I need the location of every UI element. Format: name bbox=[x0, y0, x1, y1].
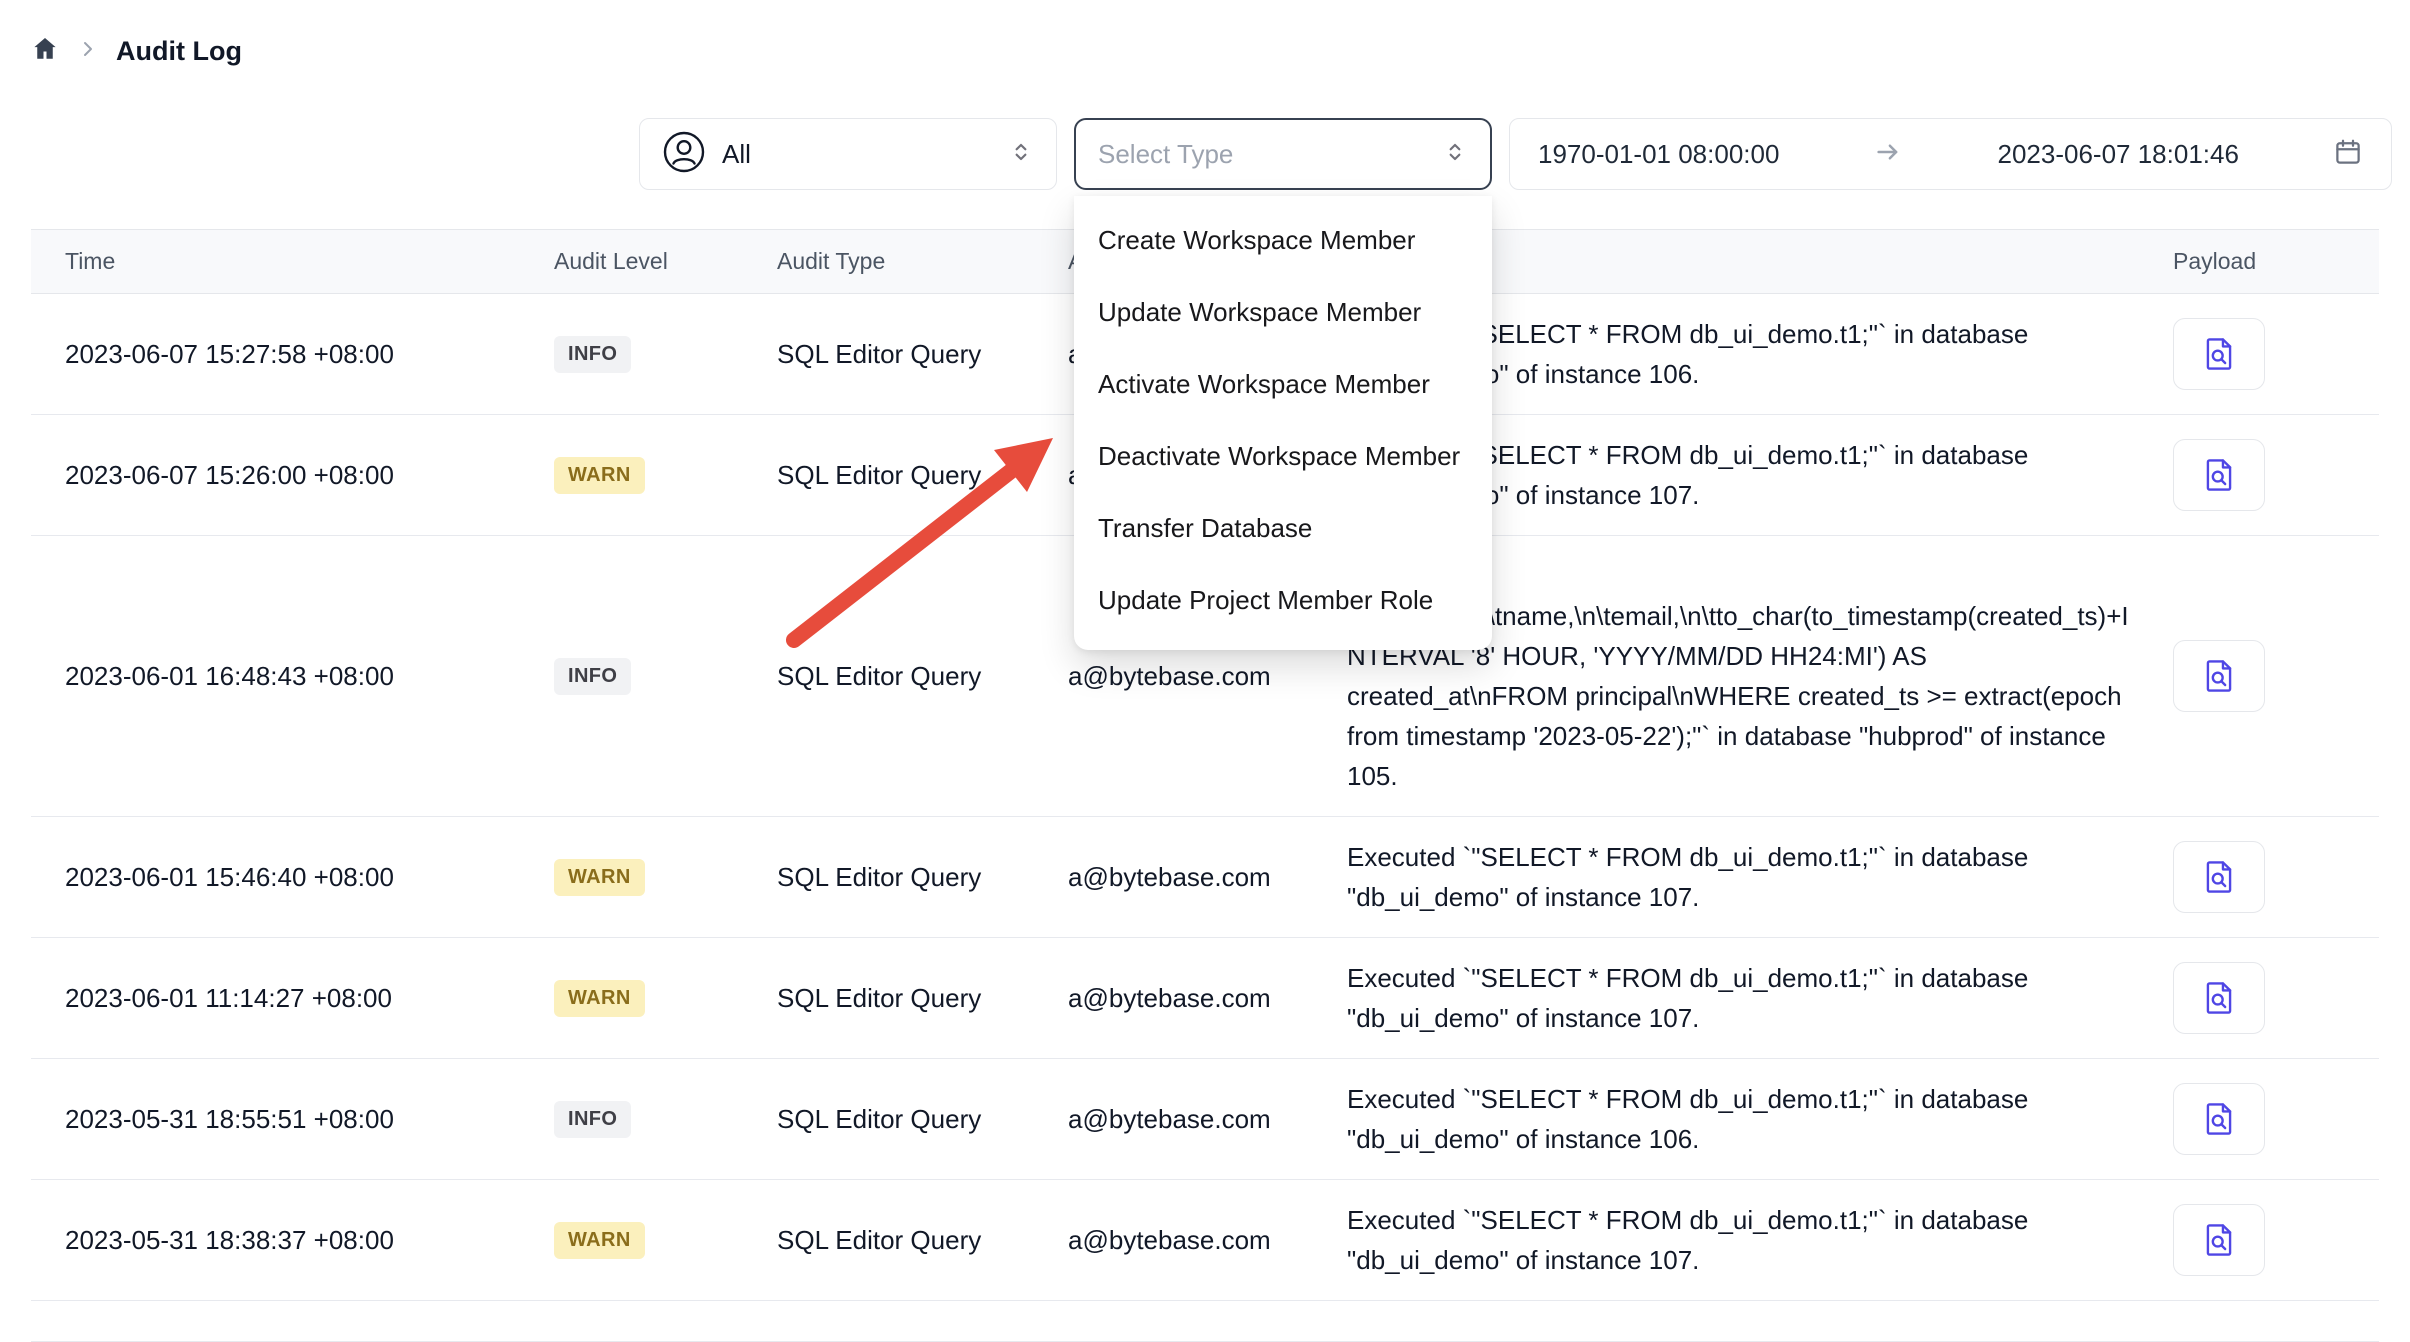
col-header-audit-type: Audit Type bbox=[743, 230, 1034, 294]
time-cell: 2023-06-07 15:27:58 +08:00 bbox=[31, 294, 520, 415]
payload-view-button[interactable] bbox=[2173, 318, 2265, 390]
audit-type-cell: SQL Editor Query bbox=[743, 294, 1034, 415]
type-option[interactable]: Activate Workspace Member bbox=[1074, 348, 1492, 420]
time-cell: 2023-06-07 15:26:00 +08:00 bbox=[31, 415, 520, 536]
date-range-start: 1970-01-01 08:00:00 bbox=[1538, 139, 1779, 170]
audit-level-badge: INFO bbox=[554, 1101, 631, 1138]
audit-type-cell: SQL Editor Query bbox=[743, 415, 1034, 536]
page-title: Audit Log bbox=[116, 36, 242, 67]
audit-type-cell: SQL Editor Query bbox=[743, 1180, 1034, 1301]
type-option[interactable]: Create Workspace Member bbox=[1074, 204, 1492, 276]
actor-cell: a@bytebase.com bbox=[1034, 1180, 1313, 1301]
col-header-audit-level: Audit Level bbox=[520, 230, 743, 294]
person-icon bbox=[662, 130, 706, 179]
type-filter-select[interactable]: Select Type bbox=[1074, 118, 1492, 190]
home-icon[interactable] bbox=[30, 34, 60, 69]
type-option[interactable]: Deactivate Workspace Member bbox=[1074, 420, 1492, 492]
comment-cell: Executed `"SELECT * FROM db_ui_demo.t1;"… bbox=[1313, 938, 2139, 1059]
payload-view-button[interactable] bbox=[2173, 1083, 2265, 1155]
time-cell: 2023-06-01 15:46:40 +08:00 bbox=[31, 817, 520, 938]
time-cell: 2023-05-31 18:38:37 +08:00 bbox=[31, 1180, 520, 1301]
audit-level-badge: INFO bbox=[554, 658, 631, 695]
actor-cell: a@bytebase.com bbox=[1034, 1059, 1313, 1180]
audit-type-cell: SQL Editor Query bbox=[743, 817, 1034, 938]
breadcrumb: Audit Log bbox=[0, 0, 2410, 76]
audit-type-dropdown: Create Workspace Member Update Workspace… bbox=[1074, 196, 1492, 650]
date-range-end: 2023-06-07 18:01:46 bbox=[1998, 139, 2239, 170]
calendar-icon bbox=[2333, 137, 2363, 172]
select-chevrons-icon bbox=[1442, 139, 1468, 170]
audit-type-cell: SQL Editor Query bbox=[743, 938, 1034, 1059]
payload-view-button[interactable] bbox=[2173, 841, 2265, 913]
comment-cell: Executed `"SELECT * FROM db_ui_demo.t1;"… bbox=[1313, 817, 2139, 938]
table-row: 2023-06-01 15:46:40 +08:00 WARN SQL Edit… bbox=[31, 817, 2379, 938]
audit-type-cell: SQL Editor Query bbox=[743, 536, 1034, 817]
select-chevrons-icon bbox=[1008, 139, 1034, 170]
time-cell: 2023-05-31 18:55:51 +08:00 bbox=[31, 1059, 520, 1180]
col-header-payload: Payload bbox=[2139, 230, 2379, 294]
payload-view-button[interactable] bbox=[2173, 1204, 2265, 1276]
payload-view-button[interactable] bbox=[2173, 439, 2265, 511]
date-range-picker[interactable]: 1970-01-01 08:00:00 2023-06-07 18:01:46 bbox=[1509, 118, 2392, 190]
time-cell: 2023-06-01 11:14:27 +08:00 bbox=[31, 938, 520, 1059]
table-row: 2023-06-01 11:14:27 +08:00 WARN SQL Edit… bbox=[31, 938, 2379, 1059]
audit-level-badge: WARN bbox=[554, 980, 645, 1017]
comment-cell: Executed `"SELECT * FROM db_ui_demo.t1;"… bbox=[1313, 1180, 2139, 1301]
audit-level-badge: INFO bbox=[554, 336, 631, 373]
comment-cell: Executed `"SELECT * FROM db_ui_demo.t1;"… bbox=[1313, 1059, 2139, 1180]
audit-level-badge: WARN bbox=[554, 457, 645, 494]
table-row: 2023-05-31 18:55:51 +08:00 INFO SQL Edit… bbox=[31, 1059, 2379, 1180]
filter-bar: All Select Type 1970-01-01 08:00:00 2023… bbox=[639, 118, 2392, 190]
table-row-partial bbox=[31, 1301, 2379, 1342]
actor-filter-select[interactable]: All bbox=[639, 118, 1057, 190]
type-option[interactable]: Update Workspace Member bbox=[1074, 276, 1492, 348]
audit-type-cell: SQL Editor Query bbox=[743, 1059, 1034, 1180]
actor-cell: a@bytebase.com bbox=[1034, 817, 1313, 938]
col-header-time: Time bbox=[31, 230, 520, 294]
actor-cell: a@bytebase.com bbox=[1034, 938, 1313, 1059]
type-option[interactable]: Transfer Database bbox=[1074, 492, 1492, 564]
audit-level-badge: WARN bbox=[554, 859, 645, 896]
table-row: 2023-05-31 18:38:37 +08:00 WARN SQL Edit… bbox=[31, 1180, 2379, 1301]
chevron-right-icon bbox=[76, 37, 100, 66]
payload-view-button[interactable] bbox=[2173, 962, 2265, 1034]
time-cell: 2023-06-01 16:48:43 +08:00 bbox=[31, 536, 520, 817]
audit-level-badge: WARN bbox=[554, 1222, 645, 1259]
type-option[interactable]: Update Project Member Role bbox=[1074, 564, 1492, 636]
arrow-right-icon bbox=[1873, 137, 1903, 172]
payload-view-button[interactable] bbox=[2173, 640, 2265, 712]
type-filter-placeholder: Select Type bbox=[1098, 139, 1233, 170]
actor-filter-value: All bbox=[722, 139, 751, 170]
